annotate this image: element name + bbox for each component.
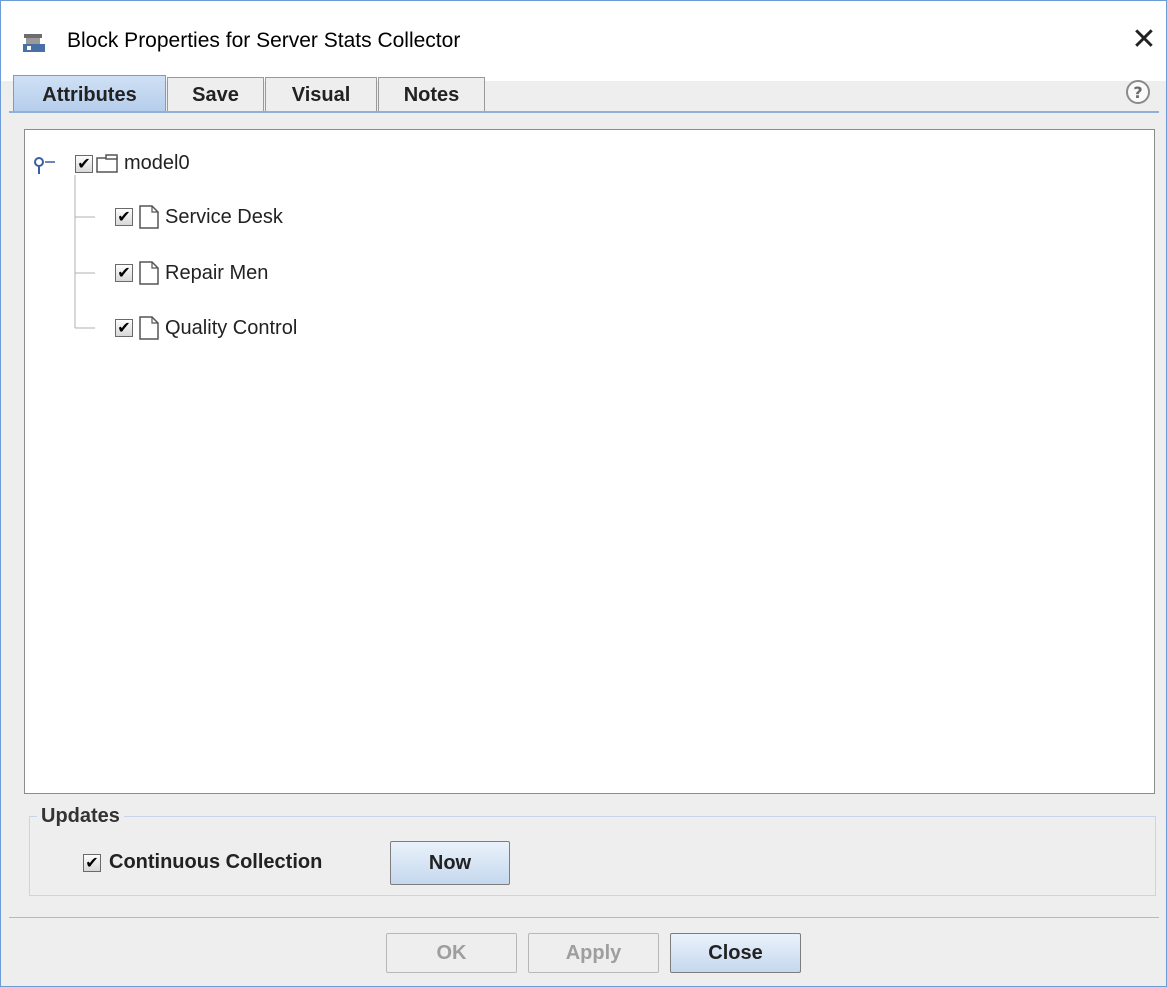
root-checkbox[interactable]: ✔ (75, 154, 93, 173)
tab-visual[interactable]: Visual (265, 77, 377, 111)
tree-node-repair-men[interactable]: ✔ Repair Men (115, 261, 268, 285)
folder-icon (96, 153, 118, 173)
window-title: Block Properties for Server Stats Collec… (67, 29, 461, 52)
now-button[interactable]: Now (390, 841, 510, 885)
tree-node-quality-control[interactable]: ✔ Quality Control (115, 316, 297, 340)
continuous-collection-checkbox[interactable]: ✔ (83, 853, 101, 872)
tree-node-label: Service Desk (165, 205, 283, 228)
continuous-collection-label: Continuous Collection (109, 851, 323, 873)
quality-control-checkbox[interactable]: ✔ (115, 319, 133, 337)
tree-connectors (34, 157, 95, 329)
tab-attributes[interactable]: Attributes (13, 75, 166, 113)
tab-save[interactable]: Save (167, 77, 264, 111)
tree-node-service-desk[interactable]: ✔ Service Desk (115, 205, 283, 229)
document-icon (139, 261, 159, 285)
help-icon[interactable]: ? (1125, 79, 1151, 105)
block-app-icon (23, 34, 45, 52)
repair-men-checkbox[interactable]: ✔ (115, 264, 133, 282)
close-icon[interactable]: ✕ (1129, 23, 1159, 57)
tree-node-root[interactable]: ✔ model0 (75, 152, 190, 175)
tab-divider (9, 111, 1159, 113)
continuous-collection-option[interactable]: ✔ Continuous Collection (83, 851, 322, 874)
tree-node-label: model0 (124, 152, 190, 174)
title-bar[interactable]: Block Properties for Server Stats Collec… (1, 1, 1166, 81)
svg-text:?: ? (1133, 83, 1142, 102)
close-button[interactable]: Close (670, 933, 801, 973)
dialog-window: Block Properties for Server Stats Collec… (0, 0, 1167, 987)
ok-button[interactable]: OK (386, 933, 517, 973)
document-icon (139, 316, 159, 340)
tab-notes[interactable]: Notes (378, 77, 485, 111)
tree-node-label: Repair Men (165, 261, 269, 284)
apply-button[interactable]: Apply (528, 933, 659, 973)
updates-title: Updates (37, 805, 124, 828)
service-desk-checkbox[interactable]: ✔ (115, 208, 133, 226)
attributes-tree[interactable]: ✔ model0 ✔ Service Desk ✔ Repair Men ✔ Q… (24, 129, 1155, 794)
button-separator (9, 917, 1159, 918)
document-icon (139, 205, 159, 229)
tree-node-label: Quality Control (165, 316, 298, 339)
